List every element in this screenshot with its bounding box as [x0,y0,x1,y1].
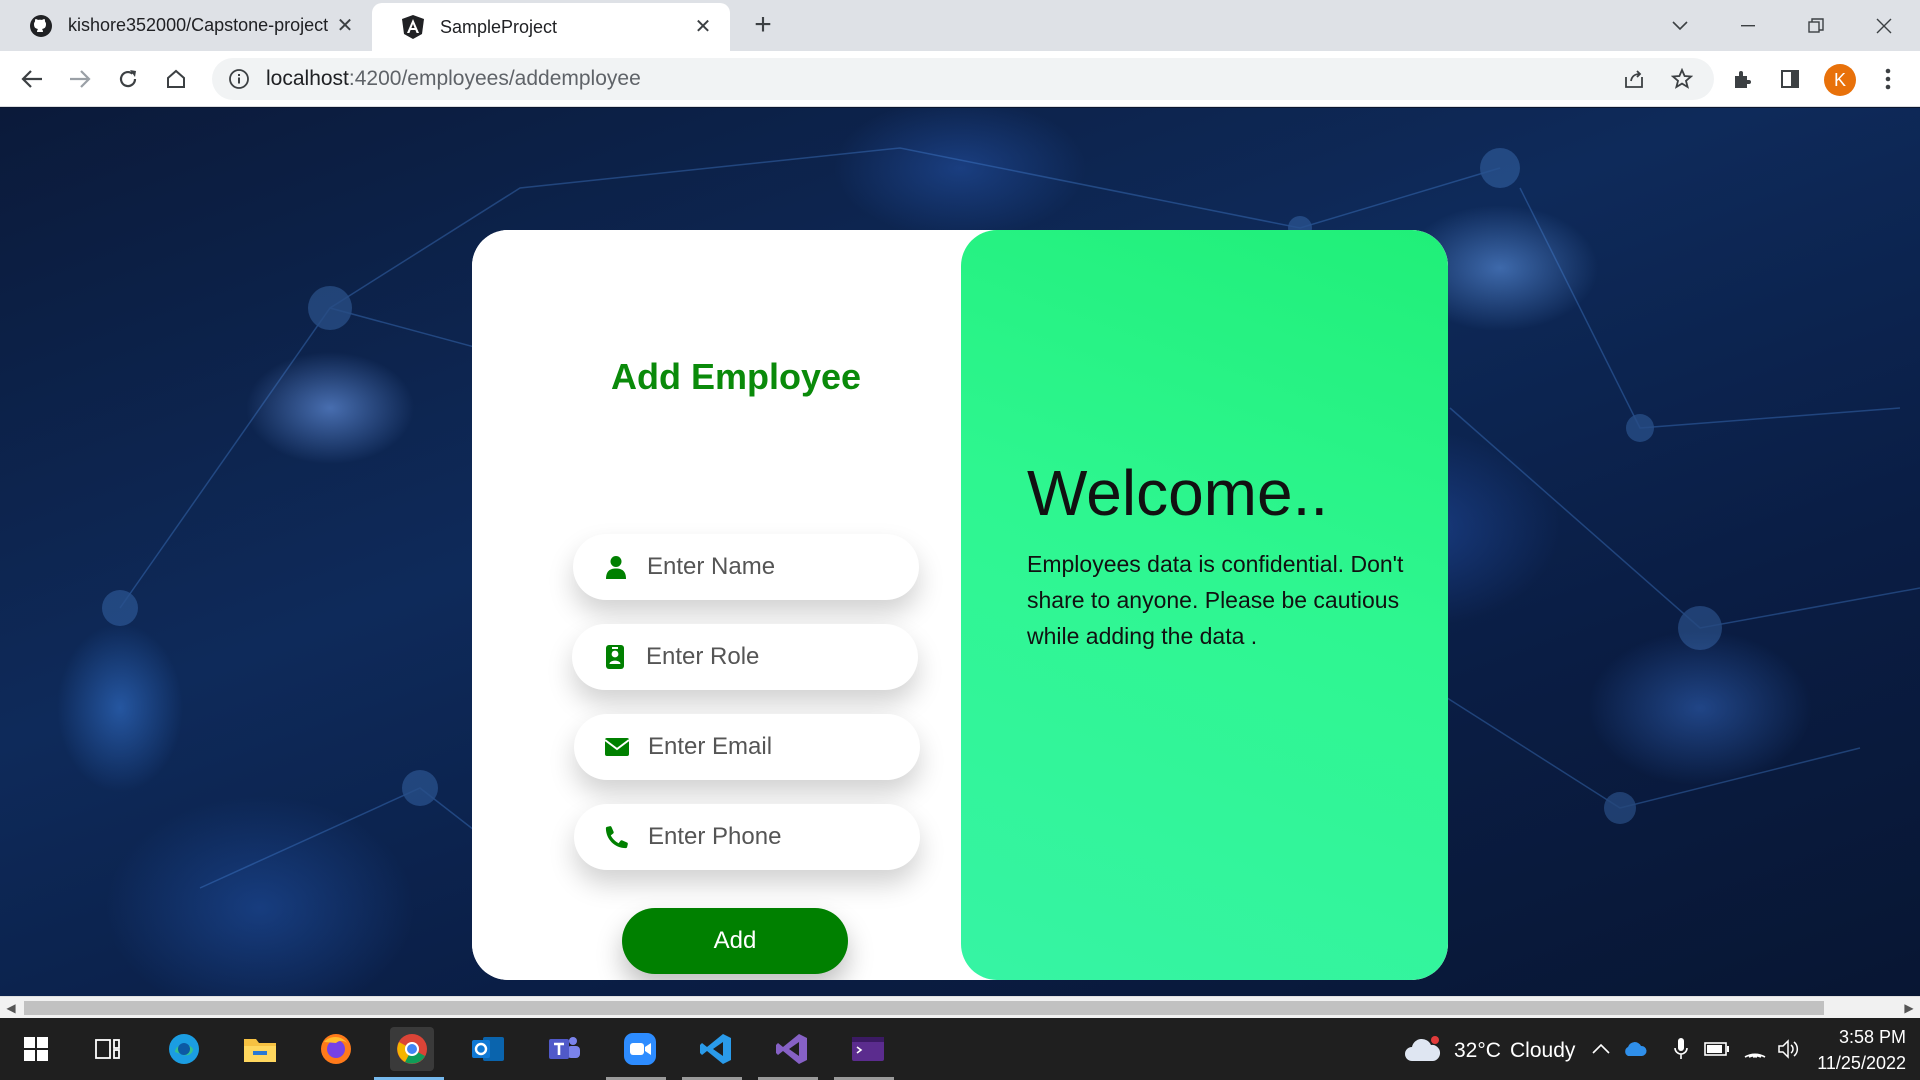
onedrive-icon[interactable] [1620,1027,1650,1071]
vscode-icon[interactable] [694,1027,738,1071]
angular-icon [400,14,426,40]
form-panel: Add Employee Enter Name Enter Role Enter… [472,230,962,980]
terminal-icon[interactable] [846,1027,890,1071]
weather-temperature: 32°C [1454,1039,1501,1062]
weather-cloud-icon[interactable] [1400,1027,1444,1071]
role-field[interactable]: Enter Role [572,624,918,690]
profile-avatar[interactable]: K [1824,64,1856,96]
taskbar: 32°C Cloudy 3:58 PM 11/25/2022 [0,1018,1920,1080]
visual-studio-icon[interactable] [770,1027,814,1071]
user-icon [603,554,629,580]
url-path: :4200/employees/addemployee [348,67,641,90]
email-placeholder: Enter Email [648,733,773,760]
form-title: Add Employee [610,356,862,397]
volume-icon[interactable] [1774,1027,1804,1071]
minimize-icon[interactable] [1730,8,1766,44]
microphone-icon[interactable] [1666,1027,1696,1071]
welcome-title: Welcome.. [1027,457,1329,529]
wifi-icon[interactable] [1740,1027,1770,1071]
tab-sampleproject[interactable]: SampleProject ✕ [372,3,730,51]
file-explorer-icon[interactable] [238,1027,282,1071]
address-bar[interactable]: localhost:4200/employees/addemployee [212,58,1714,100]
tab-github[interactable]: kishore352000/Capstone-project ✕ [0,0,372,51]
zoom-icon[interactable] [618,1027,662,1071]
scroll-left-arrow-icon[interactable]: ◀ [4,1001,18,1015]
restore-icon[interactable] [1798,8,1834,44]
phone-icon [604,824,630,850]
close-window-icon[interactable] [1866,8,1902,44]
name-placeholder: Enter Name [647,553,776,580]
tab-strip: kishore352000/Capstone-project ✕ SampleP… [0,0,1920,51]
battery-icon[interactable] [1702,1027,1732,1071]
role-placeholder: Enter Role [646,643,760,670]
forward-icon[interactable] [64,63,96,95]
scrollbar-thumb[interactable] [24,1001,1824,1015]
add-button[interactable]: Add [622,908,848,974]
site-info-icon[interactable] [228,68,250,90]
clock-date: 11/25/2022 [1817,1053,1906,1073]
tab-title: kishore352000/Capstone-project [68,15,329,35]
home-icon[interactable] [160,63,192,95]
close-tab-icon[interactable]: ✕ [334,15,356,37]
envelope-icon [604,734,630,760]
share-icon[interactable] [1618,63,1650,95]
menu-kebab-icon[interactable] [1872,63,1904,95]
phone-field[interactable]: Enter Phone [574,804,920,870]
chrome-icon[interactable] [390,1027,434,1071]
back-icon[interactable] [16,63,48,95]
new-tab-button[interactable]: + [748,10,778,40]
github-icon [28,13,54,39]
tab-search-icon[interactable] [1662,8,1698,44]
phone-placeholder: Enter Phone [648,823,782,850]
email-field[interactable]: Enter Email [574,714,920,780]
system-clock[interactable]: 3:58 PM 11/25/2022 [1817,1024,1906,1076]
weather-description: Cloudy [1510,1039,1576,1062]
bookmark-star-icon[interactable] [1666,63,1698,95]
url-host: localhost [266,67,349,90]
id-badge-icon [602,644,628,670]
tab-title: SampleProject [440,16,558,37]
clock-time: 3:58 PM [1838,1027,1906,1047]
outlook-icon[interactable] [466,1027,510,1071]
welcome-panel: Welcome.. Employees data is confidential… [961,230,1448,980]
url-text: localhost:4200/employees/addemployee [266,67,641,91]
page-viewport: Add Employee Enter Name Enter Role Enter… [0,108,1920,996]
side-panel-icon[interactable] [1774,63,1806,95]
extensions-icon[interactable] [1726,63,1758,95]
teams-icon[interactable] [542,1027,586,1071]
windows-start-icon[interactable] [14,1027,58,1071]
reload-icon[interactable] [112,63,144,95]
firefox-icon[interactable] [314,1027,358,1071]
horizontal-scrollbar[interactable]: ◀ ▶ [0,996,1920,1018]
task-view-icon[interactable] [86,1027,130,1071]
tray-overflow-chevron-icon[interactable] [1586,1027,1616,1071]
add-employee-card: Add Employee Enter Name Enter Role Enter… [472,230,1448,980]
welcome-message: Employees data is confidential. Don't sh… [1027,551,1404,649]
close-tab-icon[interactable]: ✕ [692,16,714,38]
edge-browser-icon[interactable] [162,1027,206,1071]
name-field[interactable]: Enter Name [573,534,919,600]
scroll-right-arrow-icon[interactable]: ▶ [1902,1001,1916,1015]
browser-toolbar: localhost:4200/employees/addemployee K [0,51,1920,107]
